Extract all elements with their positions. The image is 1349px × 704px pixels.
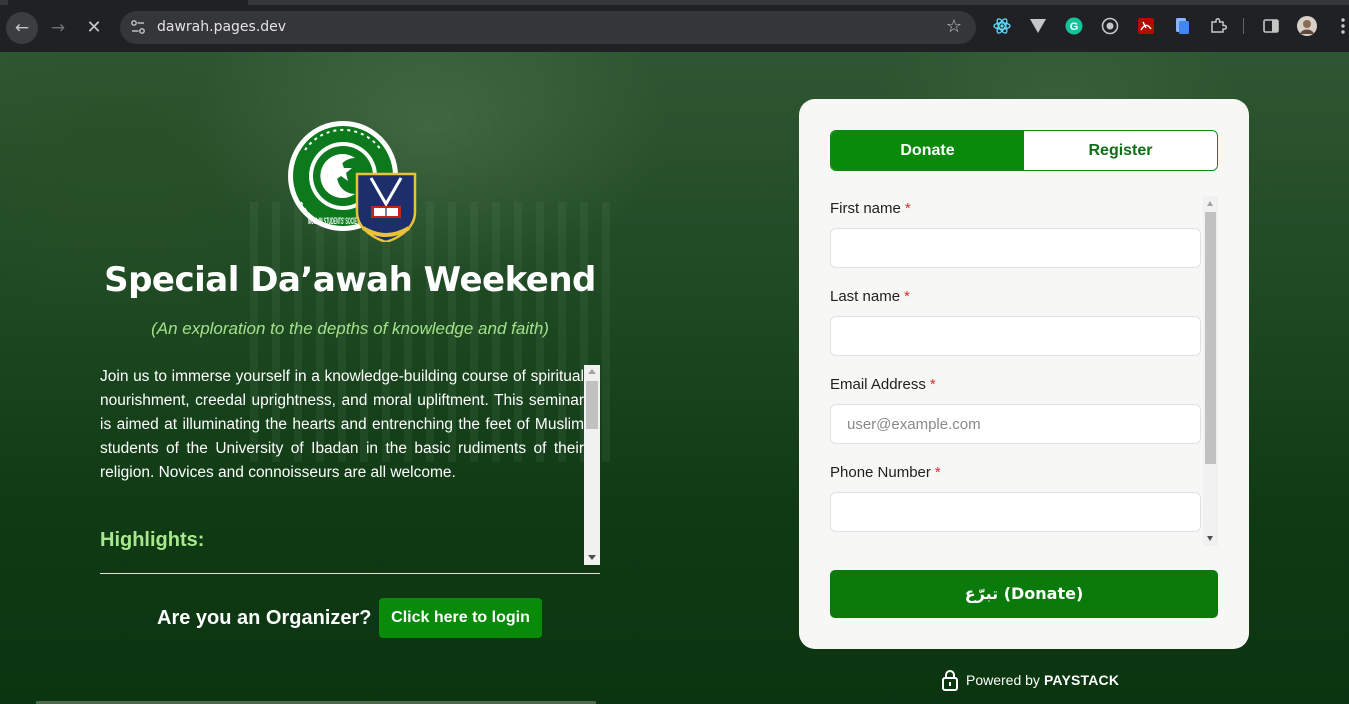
docs-extension-icon[interactable] bbox=[1172, 16, 1192, 36]
pdf-extension-icon[interactable] bbox=[1136, 16, 1156, 36]
donation-form[interactable]: First name* Last name* Email Address* Ph… bbox=[830, 196, 1218, 546]
scrollbar-thumb[interactable] bbox=[586, 381, 598, 429]
donate-submit-button[interactable]: تبرّع (Donate) bbox=[830, 570, 1218, 618]
description-scroll-area[interactable]: Join us to immerse yourself in a knowled… bbox=[100, 365, 600, 565]
scroll-up-arrow-icon[interactable] bbox=[1207, 201, 1213, 206]
donation-card: Donate Register First name * Last name * E… bbox=[799, 99, 1249, 649]
url-text[interactable]: dawrah.pages.dev bbox=[157, 19, 286, 35]
tab-donate[interactable]: Donate bbox=[831, 131, 1024, 170]
browser-menu-icon[interactable] bbox=[1333, 16, 1349, 36]
stop-loading-button[interactable]: ✕ bbox=[78, 12, 110, 44]
phone-input[interactable] bbox=[830, 492, 1201, 532]
scrollbar-thumb[interactable] bbox=[1205, 212, 1216, 464]
scroll-down-arrow-icon[interactable] bbox=[1207, 536, 1213, 541]
form-tabs: Donate Register bbox=[830, 130, 1218, 171]
scroll-up-arrow-icon[interactable] bbox=[588, 369, 596, 374]
university-crest-icon bbox=[355, 172, 417, 244]
react-devtools-extension-icon[interactable] bbox=[992, 16, 1012, 36]
phone-label: Phone Number * bbox=[830, 464, 941, 481]
organizer-login-button[interactable]: Click here to login bbox=[379, 598, 542, 638]
organization-logo: MUSLIM STUDENTS' SOCIETY NIGERIA bbox=[285, 120, 417, 244]
form-scrollbar[interactable] bbox=[1203, 196, 1218, 546]
highlights-heading: Highlights: bbox=[100, 529, 205, 551]
site-settings-icon[interactable] bbox=[130, 19, 146, 35]
bookmark-star-icon[interactable]: ☆ bbox=[946, 16, 962, 37]
required-asterisk: * bbox=[904, 288, 910, 305]
scroll-down-arrow-icon[interactable] bbox=[588, 555, 596, 560]
browser-toolbar: ← → ✕ dawrah.pages.dev ☆ G bbox=[0, 0, 1349, 52]
toolbar-divider bbox=[1243, 18, 1244, 34]
forward-button[interactable]: → bbox=[42, 12, 74, 44]
side-panel-icon[interactable] bbox=[1261, 16, 1281, 36]
first-name-label: First name * bbox=[830, 200, 911, 217]
event-title: Special Da’awah Weekend bbox=[104, 260, 596, 300]
tab-register[interactable]: Register bbox=[1024, 131, 1217, 170]
powered-by-paystack: Powered by PAYSTACK bbox=[941, 669, 1119, 691]
last-name-input[interactable] bbox=[830, 316, 1201, 356]
extensions-puzzle-icon[interactable] bbox=[1208, 16, 1228, 36]
first-name-input[interactable] bbox=[830, 228, 1201, 268]
event-subtitle: (An exploration to the depths of knowled… bbox=[151, 319, 549, 338]
tab-strip bbox=[0, 0, 1349, 5]
last-name-label: Last name * bbox=[830, 288, 910, 305]
page-background: MUSLIM STUDENTS' SOCIETY NIGERIA Special… bbox=[0, 52, 1349, 704]
active-tab[interactable] bbox=[8, 0, 248, 5]
section-divider bbox=[100, 573, 600, 574]
vue-extension-icon[interactable] bbox=[1028, 16, 1048, 36]
lock-icon bbox=[942, 670, 958, 691]
required-asterisk: * bbox=[934, 464, 941, 481]
email-label: Email Address * bbox=[830, 376, 936, 393]
description-scrollbar[interactable] bbox=[584, 365, 600, 565]
address-bar[interactable]: dawrah.pages.dev ☆ bbox=[120, 11, 976, 44]
email-input[interactable] bbox=[830, 404, 1201, 444]
event-description: Join us to immerse yourself in a knowled… bbox=[100, 368, 584, 481]
required-asterisk: * bbox=[904, 200, 911, 217]
powered-by-text: Powered by bbox=[966, 672, 1040, 688]
svg-text:G: G bbox=[1070, 21, 1079, 33]
required-asterisk: * bbox=[929, 376, 936, 393]
paystack-brand: PAYSTACK bbox=[1043, 672, 1120, 688]
grammarly-extension-icon[interactable]: G bbox=[1064, 16, 1084, 36]
organizer-question: Are you an Organizer? bbox=[157, 607, 372, 629]
record-extension-icon[interactable] bbox=[1100, 16, 1120, 36]
profile-avatar[interactable] bbox=[1297, 16, 1317, 36]
back-button[interactable]: ← bbox=[6, 12, 38, 44]
